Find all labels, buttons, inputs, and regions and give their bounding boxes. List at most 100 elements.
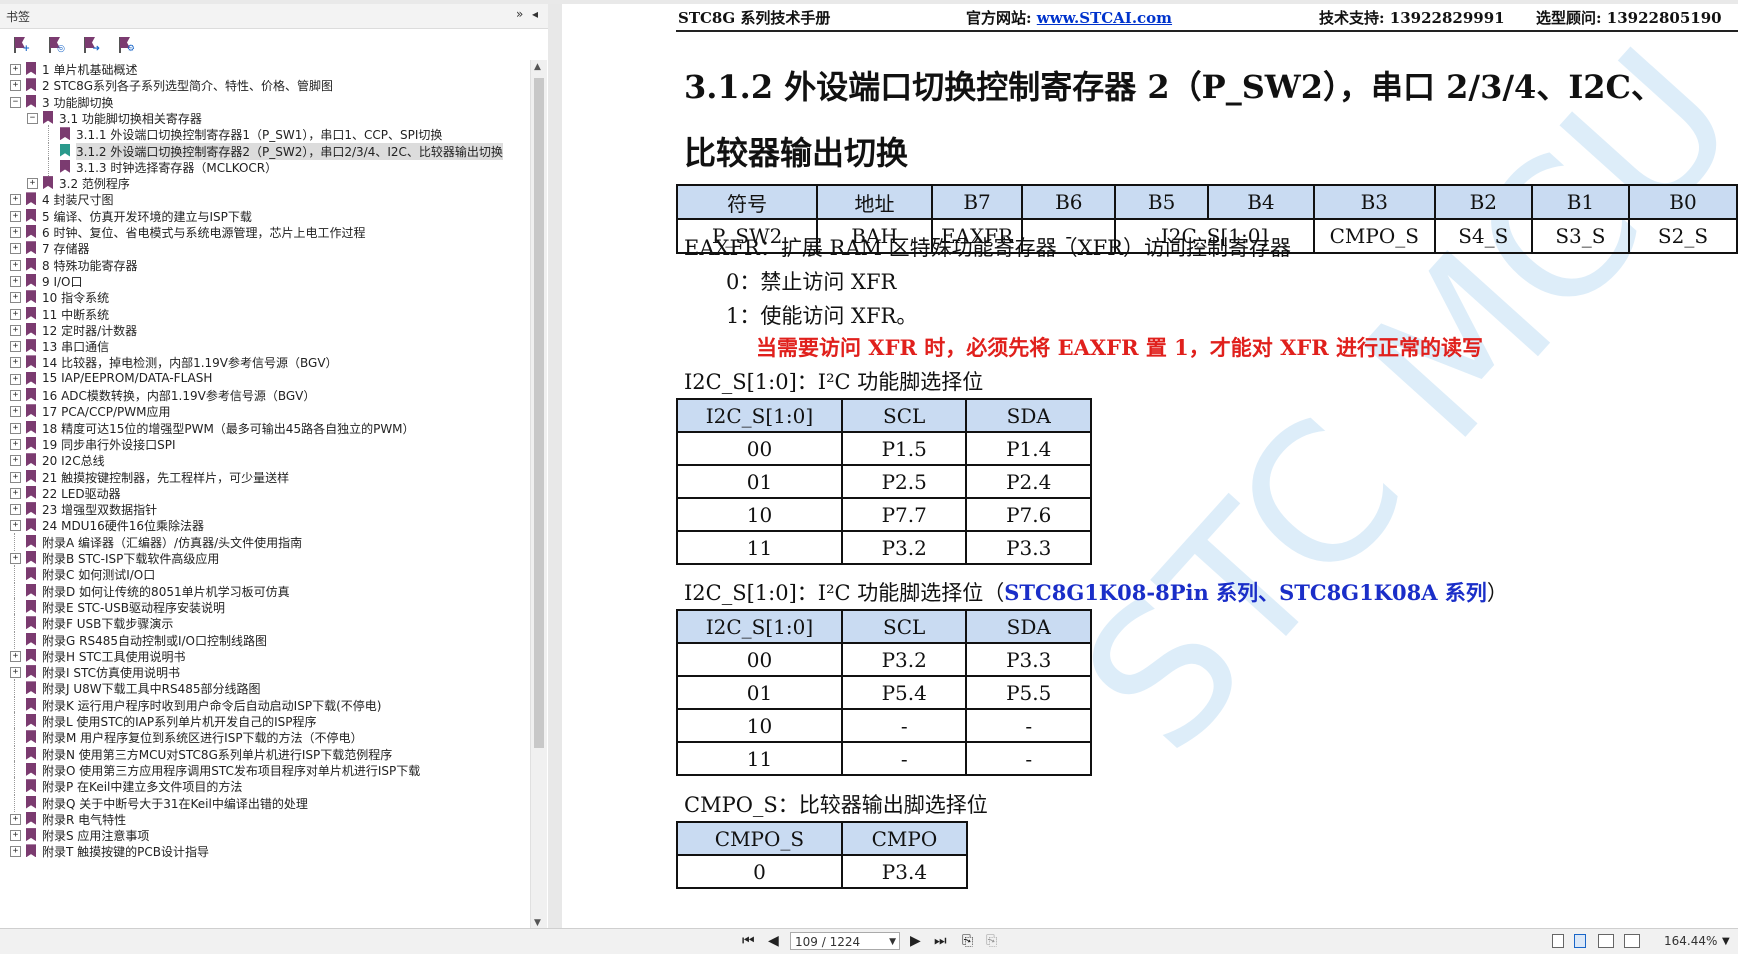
bookmark-scrollbar[interactable]: ▲ ▼: [530, 60, 547, 932]
header-site-link[interactable]: www.STCAI.com: [1037, 9, 1172, 27]
expand-icon[interactable]: +: [10, 520, 21, 532]
bookmark-item[interactable]: +13 串口通信: [0, 337, 530, 355]
bookmark-item[interactable]: 附录J U8W下载工具中RS485部分线路图: [0, 679, 530, 698]
bookmark-item[interactable]: +23 增强型双数据指针: [0, 500, 530, 518]
bookmark-options-icon[interactable]: ⚙: [117, 36, 135, 54]
expand-icon[interactable]: +: [10, 406, 21, 418]
expand-icon[interactable]: +: [10, 259, 21, 271]
bookmark-item[interactable]: +17 PCA/CCP/PWM应用: [0, 402, 530, 420]
expand-icon[interactable]: +: [10, 553, 21, 564]
go-forward-icon[interactable]: ⎘: [986, 933, 997, 949]
next-page-icon[interactable]: ▶: [910, 933, 921, 949]
last-page-icon[interactable]: ⏭: [934, 933, 947, 949]
bookmark-item[interactable]: −3.1 功能脚切换相关寄存器: [0, 109, 530, 127]
bookmark-item[interactable]: 3.1.3 时钟选择寄存器（MCLKOCR）: [0, 157, 530, 176]
zoom-level[interactable]: 164.44%: [1664, 934, 1717, 948]
bookmark-item[interactable]: + 附录I STC仿真使用说明书: [0, 663, 530, 681]
continuous-facing-view-icon[interactable]: [1624, 934, 1640, 948]
bookmark-item[interactable]: +8 特殊功能寄存器: [0, 256, 530, 274]
expand-icon[interactable]: +: [10, 390, 21, 401]
bookmark-item[interactable]: 附录G RS485自动控制或I/O口控制线路图: [0, 630, 530, 649]
bookmark-item[interactable]: 附录N 使用第三方MCU对STC8G系列单片机进行ISP下载范例程序: [0, 744, 530, 763]
expand-icon[interactable]: +: [10, 830, 21, 842]
expand-icon[interactable]: +: [10, 308, 21, 320]
bookmark-item[interactable]: 附录Q 关于中断号大于31在Keil中编译出错的处理: [0, 793, 530, 812]
expand-icon[interactable]: +: [10, 373, 21, 385]
bookmark-item[interactable]: 附录M 用户程序复位到系统区进行ISP下载的方法（不停电）: [0, 728, 530, 747]
scroll-down-icon[interactable]: ▼: [534, 918, 541, 928]
bookmark-item[interactable]: 附录P 在Keil中建立多文件项目的方法: [0, 777, 530, 796]
expand-icon[interactable]: +: [10, 422, 21, 434]
expand-icon[interactable]: +: [10, 813, 21, 825]
expand-icon[interactable]: +: [10, 455, 21, 467]
expand-icon[interactable]: +: [10, 324, 21, 336]
bookmark-item[interactable]: 附录C 如何测试I/O口: [0, 565, 530, 584]
bookmark-item[interactable]: +5 编译、仿真开发环境的建立与ISP下载: [0, 207, 530, 225]
bookmark-item[interactable]: 附录O 使用第三方应用程序调用STC发布项目程序对单片机进行ISP下载: [0, 760, 530, 779]
prev-page-icon[interactable]: ◀: [768, 933, 779, 949]
expand-icon[interactable]: +: [10, 243, 21, 255]
first-page-icon[interactable]: ⏮: [742, 933, 755, 949]
scroll-up-icon[interactable]: ▲: [534, 62, 541, 72]
bookmark-item[interactable]: −3 功能脚切换: [0, 93, 530, 111]
bookmark-item[interactable]: + 附录B STC-ISP下载软件高级应用: [0, 549, 530, 567]
facing-view-icon[interactable]: [1598, 934, 1614, 948]
bookmark-item[interactable]: 附录L 使用STC的IAP系列单片机开发自己的ISP程序: [0, 712, 530, 730]
bookmark-item[interactable]: 3.1.1 外设端口切换控制寄存器1（P_SW1），串口1、CCP、SPI切换: [0, 125, 530, 144]
expand-icon[interactable]: +: [10, 292, 21, 304]
collapse-panel-icon[interactable]: »: [516, 7, 523, 21]
expand-icon[interactable]: +: [10, 438, 21, 450]
bookmark-item[interactable]: +7 存储器: [0, 239, 530, 257]
expand-icon[interactable]: +: [10, 194, 21, 206]
go-back-icon[interactable]: ⎘: [962, 933, 973, 949]
bookmark-item[interactable]: +11 中断系统: [0, 305, 530, 323]
expand-icon[interactable]: +: [10, 275, 21, 287]
bookmark-item[interactable]: +9 I/O口: [0, 272, 530, 290]
bookmark-item[interactable]: + 附录R 电气特性: [0, 810, 530, 828]
expand-icon[interactable]: +: [10, 210, 21, 222]
single-page-view-icon[interactable]: [1552, 934, 1564, 948]
bookmark-item[interactable]: +18 精度可达15位的增强型PWM（最多可输出45路各自独立的PWM）: [0, 419, 530, 437]
chevron-down-icon[interactable]: ▼: [889, 933, 896, 951]
bookmark-item[interactable]: + 附录H STC工具使用说明书: [0, 647, 530, 665]
expand-icon[interactable]: +: [10, 227, 21, 238]
expand-icon[interactable]: +: [10, 64, 21, 75]
bookmark-scroll-thumb[interactable]: [534, 78, 544, 748]
bookmark-item[interactable]: 3.1.2 外设端口切换控制寄存器2（P_SW2），串口2/3/4、I2C、比较…: [0, 141, 530, 160]
expand-icon[interactable]: +: [10, 650, 21, 662]
panel-splitter[interactable]: [548, 4, 563, 928]
bookmark-item[interactable]: +14 比较器，掉电检测，内部1.19V参考信号源（BGV）: [0, 353, 530, 371]
expand-icon[interactable]: +: [10, 471, 21, 483]
bookmark-item[interactable]: 附录F USB下载步骤演示: [0, 614, 530, 633]
bookmark-item[interactable]: +4 封装尺寸图: [0, 190, 530, 208]
bookmark-item[interactable]: +2 STC8G系列各子系列选型简介、特性、价格、管脚图: [0, 76, 530, 94]
expand-icon[interactable]: +: [10, 357, 21, 369]
bookmark-search-icon[interactable]: ◎: [47, 36, 65, 54]
expand-icon[interactable]: +: [10, 80, 21, 92]
bookmark-item[interactable]: +10 指令系统: [0, 288, 530, 306]
bookmark-item[interactable]: +3.2 范例程序: [0, 174, 530, 192]
expand-icon[interactable]: +: [10, 487, 21, 499]
collapse-icon[interactable]: −: [27, 112, 38, 124]
continuous-view-icon[interactable]: [1574, 934, 1586, 948]
bookmark-item[interactable]: +16 ADC模数转换，内部1.19V参考信号源（BGV）: [0, 386, 530, 404]
bookmark-item[interactable]: +21 触摸按键控制器，先工程样片，可少量送样: [0, 468, 530, 486]
bookmark-item[interactable]: 附录K 运行用户程序时收到用户命令后自动启动ISP下载(不停电): [0, 695, 530, 714]
bookmark-goto-icon[interactable]: ➜: [82, 36, 100, 54]
bookmark-item[interactable]: +22 LED驱动器: [0, 484, 530, 502]
bookmark-item[interactable]: + 附录T 触摸按键的PCB设计指导: [0, 842, 530, 860]
bookmark-expand-icon[interactable]: +: [12, 36, 30, 54]
expand-icon[interactable]: +: [10, 667, 21, 679]
zoom-dropdown-icon[interactable]: ▼: [1722, 936, 1730, 947]
bookmark-item[interactable]: +20 I2C总线: [0, 451, 530, 469]
bookmark-item[interactable]: +24 MDU16硬件16位乘除法器: [0, 516, 530, 534]
bookmark-item[interactable]: + 附录S 应用注意事项: [0, 826, 530, 844]
expand-icon[interactable]: +: [10, 846, 21, 858]
bookmark-item[interactable]: +6 时钟、复位、省电模式与系统电源管理，芯片上电工作过程: [0, 223, 530, 241]
bookmark-item[interactable]: +1 单片机基础概述: [0, 60, 530, 78]
close-panel-icon[interactable]: ◂: [532, 7, 538, 21]
bookmark-item[interactable]: +15 IAP/EEPROM/DATA-FLASH: [0, 370, 530, 388]
collapse-icon[interactable]: −: [10, 96, 21, 108]
bookmark-item[interactable]: +12 定时器/计数器: [0, 321, 530, 339]
bookmark-item[interactable]: 附录E STC-USB驱动程序安装说明: [0, 597, 530, 616]
